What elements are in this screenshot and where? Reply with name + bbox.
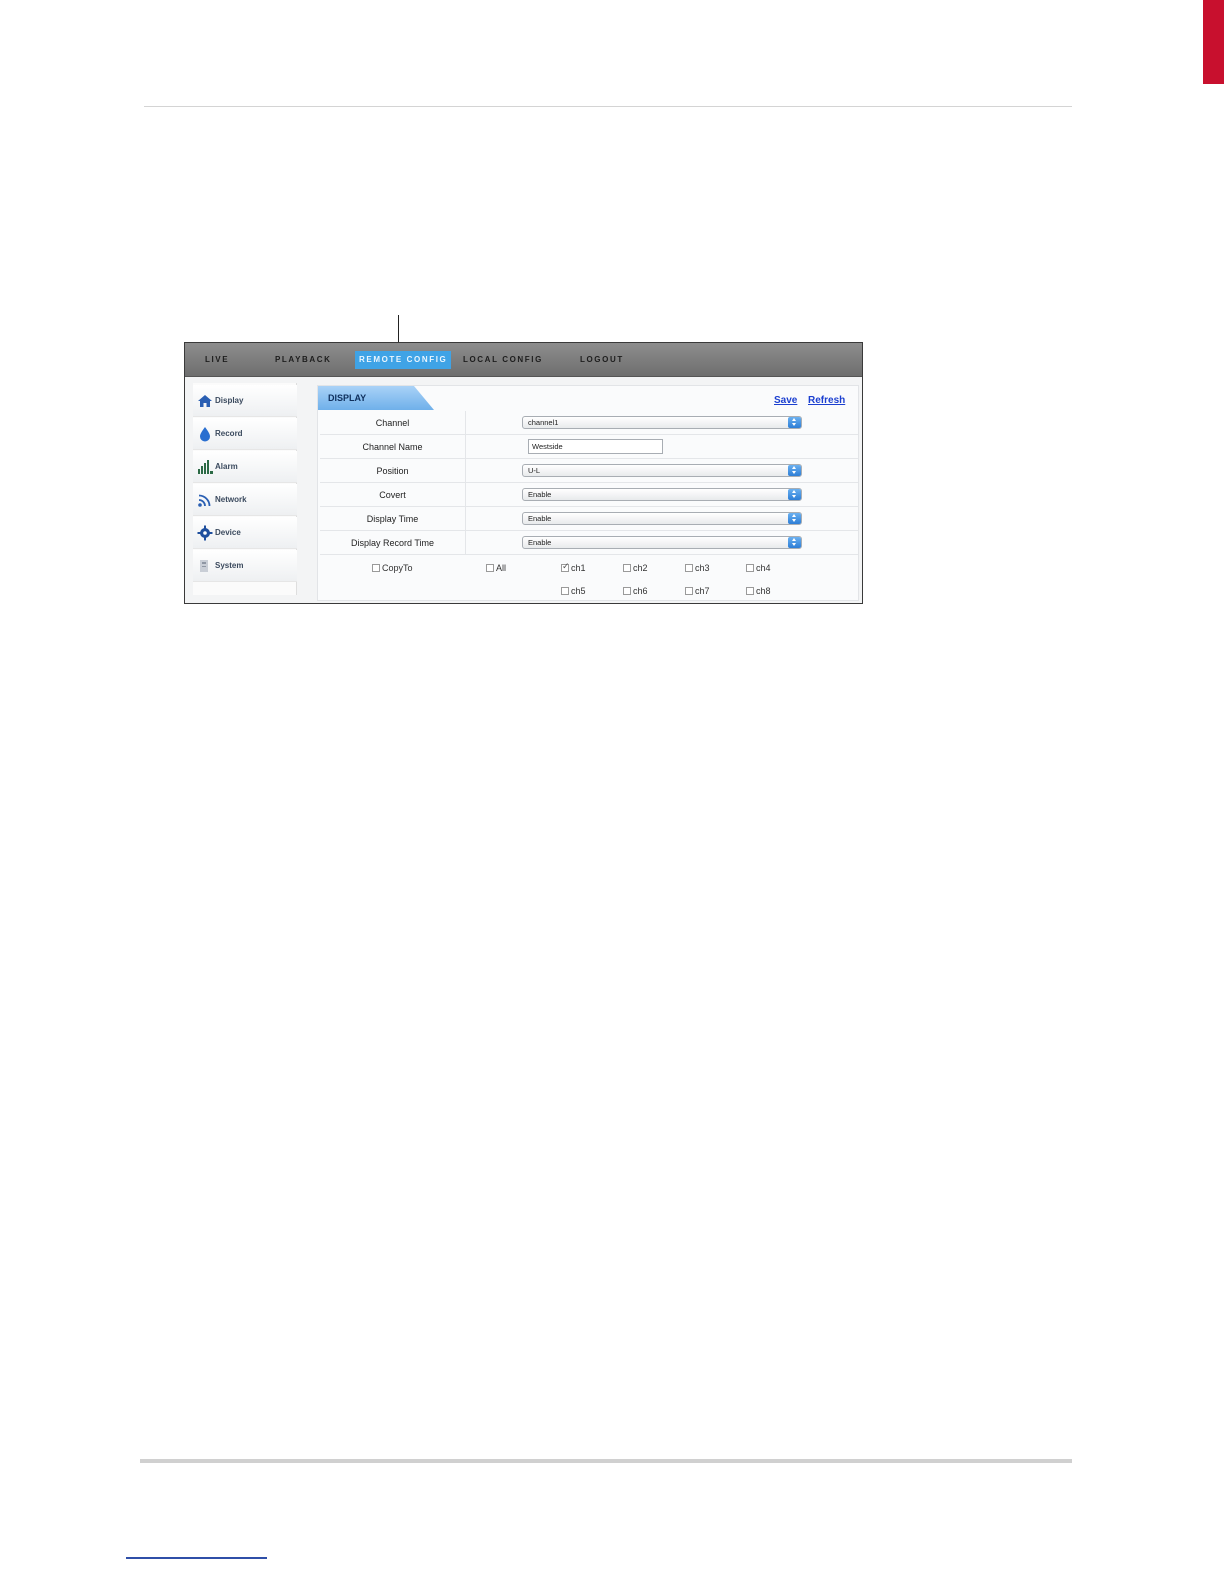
channel-label: ch7 [695, 586, 710, 596]
copy-all-checkbox[interactable]: All [486, 563, 506, 573]
row-label: Display Record Time [320, 531, 466, 555]
display-time-select[interactable]: Enable [522, 512, 802, 525]
home-icon [198, 395, 212, 407]
nav-live[interactable]: LIVE [205, 351, 229, 369]
checkbox-box[interactable] [561, 587, 569, 595]
sidebar-item-label: Record [215, 429, 243, 438]
page-edge-tab [1203, 0, 1224, 84]
copy-ch8-checkbox[interactable]: ch8 [746, 586, 771, 596]
row-channel-name: Channel Name Westside [320, 435, 858, 459]
channel-label: ch2 [633, 563, 648, 573]
record-icon [200, 427, 210, 442]
row-display-record-time: Display Record Time Enable [320, 531, 858, 555]
nav-playback[interactable]: PLAYBACK [275, 351, 332, 369]
display-settings-panel: DISPLAY Save Refresh Channel channel1 Ch… [317, 385, 859, 601]
panel-tab: DISPLAY [318, 386, 436, 410]
sidebar-item-display[interactable]: Display [193, 385, 297, 417]
copy-ch1-checkbox[interactable]: ch1 [561, 561, 586, 573]
checkbox-box[interactable] [623, 587, 631, 595]
channel-label: ch6 [633, 586, 648, 596]
nav-local-config[interactable]: LOCAL CONFIG [463, 351, 543, 369]
select-arrows-icon [788, 513, 801, 524]
save-button[interactable]: Save [774, 395, 797, 406]
row-covert: Covert Enable [320, 483, 858, 507]
row-channel: Channel channel1 [320, 411, 858, 435]
sidebar-item-record[interactable]: Record [193, 418, 297, 450]
checkbox-box[interactable] [623, 564, 631, 572]
channel-label: ch8 [756, 586, 771, 596]
checkbox-box[interactable] [685, 587, 693, 595]
checkbox-box[interactable] [746, 587, 754, 595]
channel-label: ch4 [756, 563, 771, 573]
select-value: Enable [528, 514, 552, 523]
sidebar-item-label: Device [215, 528, 241, 537]
dvr-web-client-screenshot: LIVE PLAYBACK REMOTE CONFIG LOCAL CONFIG… [184, 342, 863, 604]
row-label: Channel Name [320, 435, 466, 459]
select-value: channel1 [528, 418, 559, 427]
signal-bars-icon [198, 460, 213, 474]
top-navigation: LIVE PLAYBACK REMOTE CONFIG LOCAL CONFIG… [185, 343, 862, 377]
copy-ch7-checkbox[interactable]: ch7 [685, 586, 710, 596]
select-value: Enable [528, 490, 552, 499]
select-arrows-icon [788, 465, 801, 476]
footer-link-underline [126, 1557, 267, 1559]
all-label: All [496, 563, 507, 573]
channel-label: ch1 [571, 563, 586, 573]
copy-ch6-checkbox[interactable]: ch6 [623, 586, 648, 596]
copyto-checkbox[interactable]: CopyTo [372, 563, 413, 573]
checkbox-box[interactable] [372, 564, 380, 572]
covert-select[interactable]: Enable [522, 488, 802, 501]
select-arrows-icon [788, 417, 801, 428]
copy-ch5-checkbox[interactable]: ch5 [561, 586, 586, 596]
display-record-time-select[interactable]: Enable [522, 536, 802, 549]
sidebar-item-device[interactable]: Device [193, 517, 297, 549]
channel-label: ch5 [571, 586, 586, 596]
gear-icon [197, 525, 213, 541]
sidebar-item-label: Network [215, 495, 247, 504]
system-icon [200, 560, 208, 572]
panel-title: DISPLAY [328, 393, 367, 403]
checkbox-box[interactable] [685, 564, 693, 572]
sidebar-item-alarm[interactable]: Alarm [193, 451, 297, 483]
channel-name-input[interactable]: Westside [528, 439, 663, 454]
copyto-label: CopyTo [382, 563, 413, 573]
sidebar-item-label: Display [215, 396, 244, 405]
select-value: Enable [528, 538, 552, 547]
channel-label: ch3 [695, 563, 710, 573]
refresh-button[interactable]: Refresh [808, 395, 845, 406]
sidebar-item-label: System [215, 561, 244, 570]
channel-select[interactable]: channel1 [522, 416, 802, 429]
select-arrows-icon [788, 537, 801, 548]
network-icon [198, 494, 211, 507]
nav-remote-config[interactable]: REMOTE CONFIG [355, 351, 452, 369]
row-position: Position U-L [320, 459, 858, 483]
row-display-time: Display Time Enable [320, 507, 858, 531]
sidebar-item-network[interactable]: Network [193, 484, 297, 516]
select-value: U-L [528, 466, 541, 475]
sidebar-item-label: Alarm [215, 462, 238, 471]
checkbox-box[interactable] [561, 561, 570, 572]
row-label: Covert [320, 483, 466, 507]
copy-ch4-checkbox[interactable]: ch4 [746, 563, 771, 573]
footer-rule [140, 1459, 1072, 1463]
row-label: Display Time [320, 507, 466, 531]
header-rule [144, 106, 1072, 107]
nav-logout[interactable]: LOGOUT [580, 351, 624, 369]
checkbox-box[interactable] [746, 564, 754, 572]
copy-ch2-checkbox[interactable]: ch2 [623, 563, 648, 573]
position-select[interactable]: U-L [522, 464, 802, 477]
sidebar-item-system[interactable]: System [193, 550, 297, 582]
checkbox-box[interactable] [486, 564, 494, 572]
select-arrows-icon [788, 489, 801, 500]
sidebar: Display Record Alarm Network Device Syst… [193, 383, 297, 595]
row-label: Channel [320, 411, 466, 435]
row-label: Position [320, 459, 466, 483]
copy-ch3-checkbox[interactable]: ch3 [685, 563, 710, 573]
